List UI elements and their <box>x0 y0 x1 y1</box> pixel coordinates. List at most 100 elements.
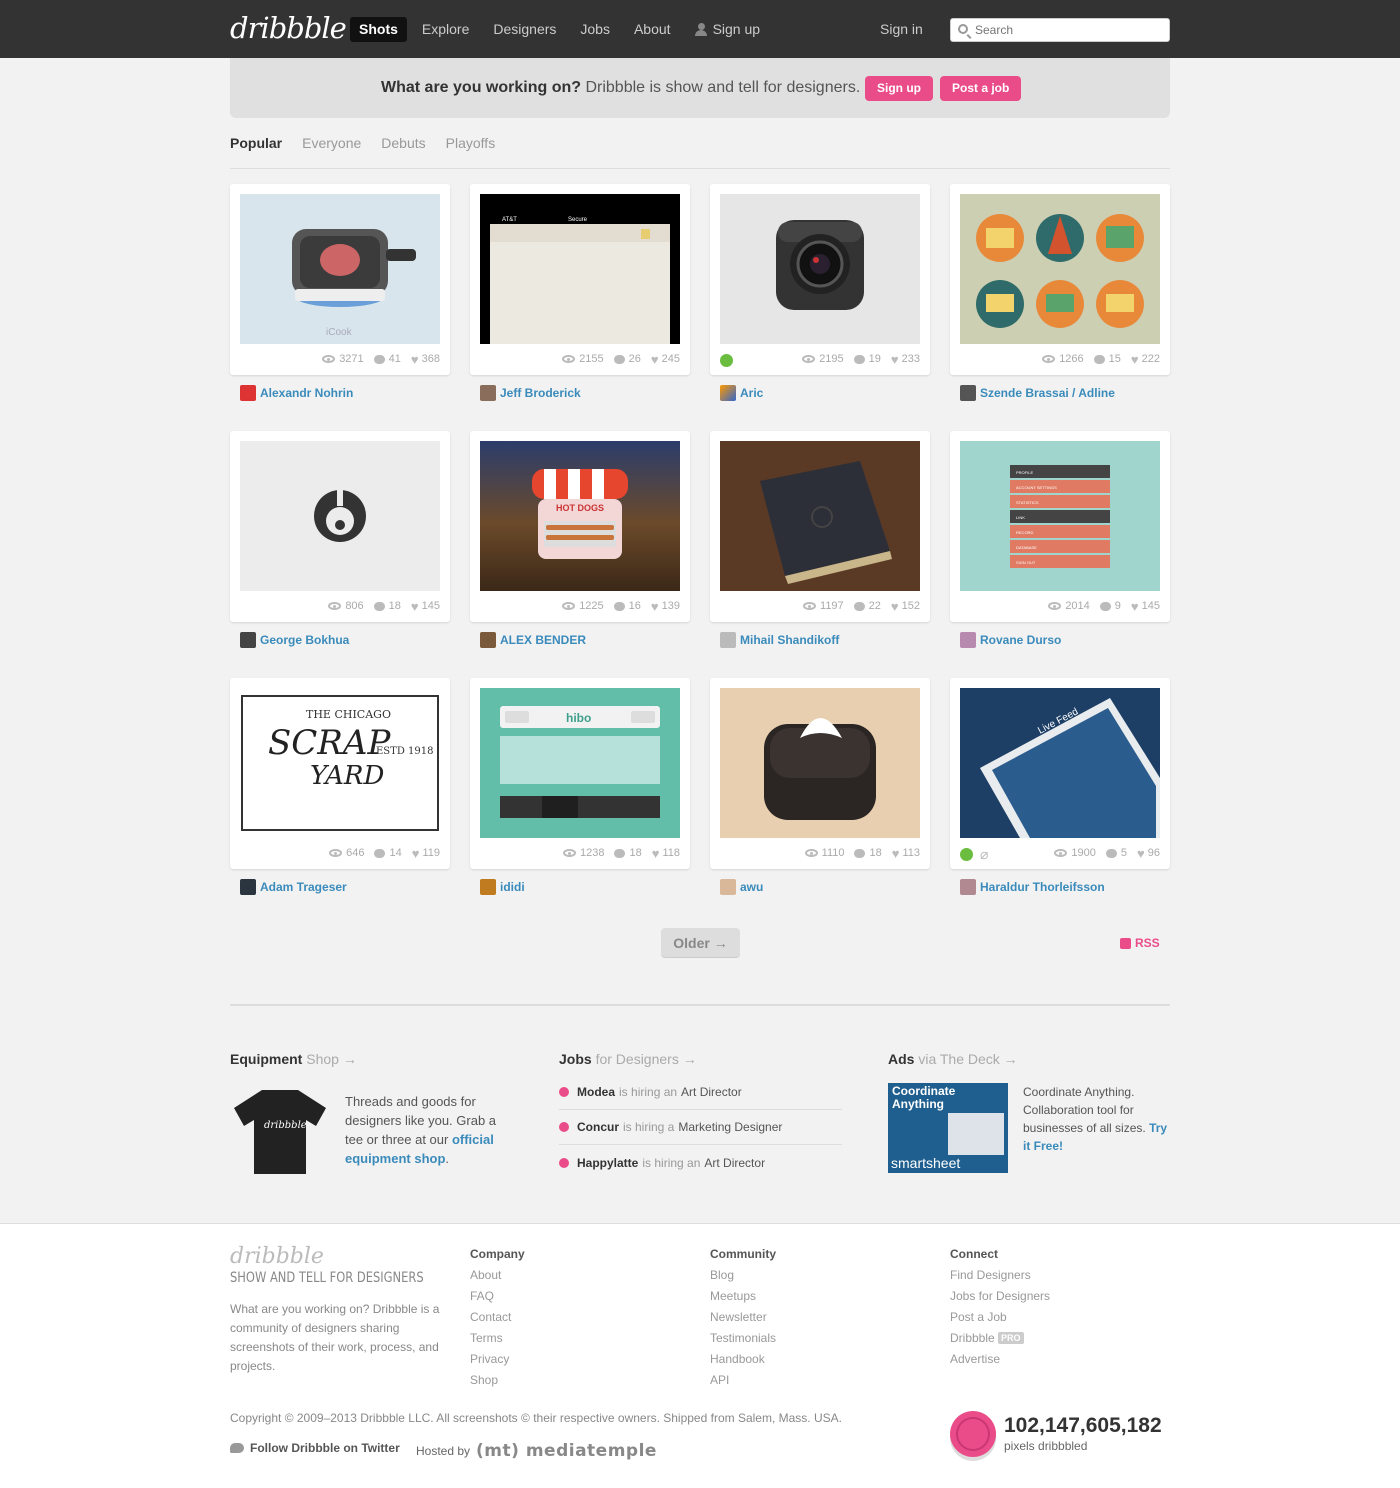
shot-card[interactable]: AT&T Secure 2155 26 ♥ 245 <box>470 184 690 375</box>
jobs-heading[interactable]: Jobs for Designers → <box>559 1051 697 1067</box>
ads-heading[interactable]: Ads via The Deck → <box>888 1051 1018 1067</box>
footer-link-pro[interactable]: Dribbble PRO <box>950 1328 1050 1349</box>
comment-icon <box>1105 848 1117 858</box>
shot-thumbnail[interactable]: iCook <box>240 194 440 344</box>
footer-logo[interactable]: dribbble <box>230 1244 324 1269</box>
comments-stat: 18 <box>614 847 642 859</box>
footer-link[interactable]: Contact <box>470 1307 525 1328</box>
job-item[interactable]: Modea is hiring an Art Director <box>559 1075 842 1110</box>
filter-everyone[interactable]: Everyone <box>302 135 361 151</box>
older-button[interactable]: Older → <box>661 928 740 958</box>
shot-card[interactable]: 2195 19 ♥ 233 <box>710 184 930 375</box>
shot-card[interactable]: THE CHICAGO SCRAP YARD ESTD 1918 646 14 … <box>230 678 450 869</box>
footer-link[interactable]: About <box>470 1265 525 1286</box>
menu-row-label: DATABASE <box>1016 545 1037 550</box>
player-link[interactable]: awu <box>720 879 763 895</box>
footer-link[interactable]: Newsletter <box>710 1307 776 1328</box>
tshirt-image[interactable]: dribbble <box>232 1086 328 1176</box>
divider <box>230 1004 1170 1006</box>
shot-thumbnail[interactable]: HOT DOGS <box>480 441 680 591</box>
footer-link[interactable]: Terms <box>470 1328 525 1349</box>
shot-stats: 3271 41 ♥ 368 <box>312 353 440 366</box>
footer-link[interactable]: Advertise <box>950 1349 1050 1370</box>
player-link[interactable]: Mihail Shandikoff <box>720 632 839 648</box>
player-link[interactable]: Alexandr Nohrin <box>240 385 353 401</box>
equipment-heading[interactable]: Equipment Shop → <box>230 1051 357 1067</box>
player-link[interactable]: ALEX BENDER <box>480 632 586 648</box>
player-link[interactable]: George Bokhua <box>240 632 349 648</box>
likes-count: 145 <box>421 600 440 612</box>
shot-thumbnail[interactable] <box>960 194 1160 344</box>
views-stat: 1266 <box>1042 353 1084 365</box>
shot-thumbnail[interactable] <box>720 688 920 838</box>
nav-explore[interactable]: Explore <box>413 17 478 42</box>
shot-card[interactable]: Live Feed ⌀ 1900 5 ♥ 96 <box>950 678 1170 869</box>
player-link[interactable]: Haraldur Thorleifsson <box>960 879 1105 895</box>
search-input[interactable] <box>975 19 1165 41</box>
rss-link[interactable]: RSS <box>1120 936 1160 950</box>
job-item[interactable]: Happylatte is hiring an Art Director <box>559 1145 842 1180</box>
pin-icon <box>559 1122 569 1132</box>
shot-thumbnail[interactable]: hibo <box>480 688 680 838</box>
footer-link[interactable]: Jobs for Designers <box>950 1286 1050 1307</box>
shot-card[interactable]: 1197 22 ♥ 152 <box>710 431 930 622</box>
footer-link[interactable]: Post a Job <box>950 1307 1050 1328</box>
player-name: George Bokhua <box>260 633 350 647</box>
shot-card[interactable]: HOT DOGS 1225 16 ♥ 139 <box>470 431 690 622</box>
shot-thumbnail[interactable]: THE CHICAGO SCRAP YARD ESTD 1918 <box>240 688 440 838</box>
player-link[interactable]: Aric <box>720 385 763 401</box>
player-link[interactable]: Adam Trageser <box>240 879 347 895</box>
nav-jobs[interactable]: Jobs <box>571 17 619 42</box>
player-link[interactable]: Rovane Durso <box>960 632 1061 648</box>
footer-link[interactable]: Blog <box>710 1265 776 1286</box>
shot-thumbnail[interactable]: Live Feed <box>960 688 1160 838</box>
nav-shots[interactable]: Shots <box>350 17 407 42</box>
shot-thumbnail[interactable]: AT&T Secure <box>480 194 680 344</box>
shot-thumbnail[interactable] <box>720 441 920 591</box>
secure-label: Secure <box>568 217 588 223</box>
twitter-link[interactable]: Follow Dribbble on Twitter <box>230 1441 400 1455</box>
shot-card[interactable]: PROFILE ACCOUNT SETTINGS STATISTICS LINK REC… <box>950 431 1170 622</box>
shot-card[interactable]: iCook 3271 41 ♥ 368 <box>230 184 450 375</box>
footer-link[interactable]: FAQ <box>470 1286 525 1307</box>
shot-card[interactable]: 806 18 ♥ 145 <box>230 431 450 622</box>
footer-link[interactable]: Testimonials <box>710 1328 776 1349</box>
footer-link[interactable]: Find Designers <box>950 1265 1050 1286</box>
hosted-by: Hosted by (mt) mediatemple <box>416 1441 657 1461</box>
nav-about[interactable]: About <box>625 17 680 42</box>
shot-thumbnail[interactable]: PROFILE ACCOUNT SETTINGS STATISTICS LINK REC… <box>960 441 1160 591</box>
filter-playoffs[interactable]: Playoffs <box>446 135 496 151</box>
nav-signup[interactable]: Sign up <box>686 17 769 42</box>
shot-card[interactable]: 1110 18 ♥ 113 <box>710 678 930 869</box>
footer-link[interactable]: Privacy <box>470 1349 525 1370</box>
footer-link[interactable]: Shop <box>470 1370 525 1391</box>
job-item[interactable]: Concur is hiring a Marketing Designer <box>559 1110 842 1145</box>
avatar <box>720 632 736 648</box>
player-link[interactable]: Szende Brassai / Adline <box>960 385 1115 401</box>
rebound-icon[interactable] <box>960 848 973 861</box>
filter-popular[interactable]: Popular <box>230 135 282 151</box>
signin-link[interactable]: Sign in <box>880 21 923 37</box>
filter-debuts[interactable]: Debuts <box>381 135 425 151</box>
attachment-icon[interactable]: ⌀ <box>980 846 988 863</box>
post-job-button[interactable]: Post a job <box>940 76 1022 101</box>
shot-card[interactable]: 1266 15 ♥ 222 <box>950 184 1170 375</box>
dribbble-logo[interactable]: dribbble <box>230 11 347 45</box>
ad-image[interactable]: Coordinate Anything smartsheet <box>888 1083 1008 1173</box>
nav-designers[interactable]: Designers <box>484 17 565 42</box>
shot-thumbnail[interactable] <box>720 194 920 344</box>
eye-icon <box>322 355 336 363</box>
comment-icon <box>614 848 626 858</box>
rebound-icon[interactable] <box>720 354 733 367</box>
shot-stats: 2195 19 ♥ 233 <box>792 353 920 366</box>
shot-card[interactable]: hibo 1238 18 ♥ 118 <box>470 678 690 869</box>
mediatemple-logo[interactable]: (mt) mediatemple <box>476 1441 657 1461</box>
player-link[interactable]: Jeff Broderick <box>480 385 581 401</box>
player-link[interactable]: ididi <box>480 879 525 895</box>
footer-link[interactable]: API <box>710 1370 776 1391</box>
footer-link[interactable]: Handbook <box>710 1349 776 1370</box>
ad-text: Coordinate Anything. Collaboration tool … <box>1023 1083 1173 1155</box>
shot-thumbnail[interactable] <box>240 441 440 591</box>
footer-link[interactable]: Meetups <box>710 1286 776 1307</box>
signup-button[interactable]: Sign up <box>865 76 933 101</box>
